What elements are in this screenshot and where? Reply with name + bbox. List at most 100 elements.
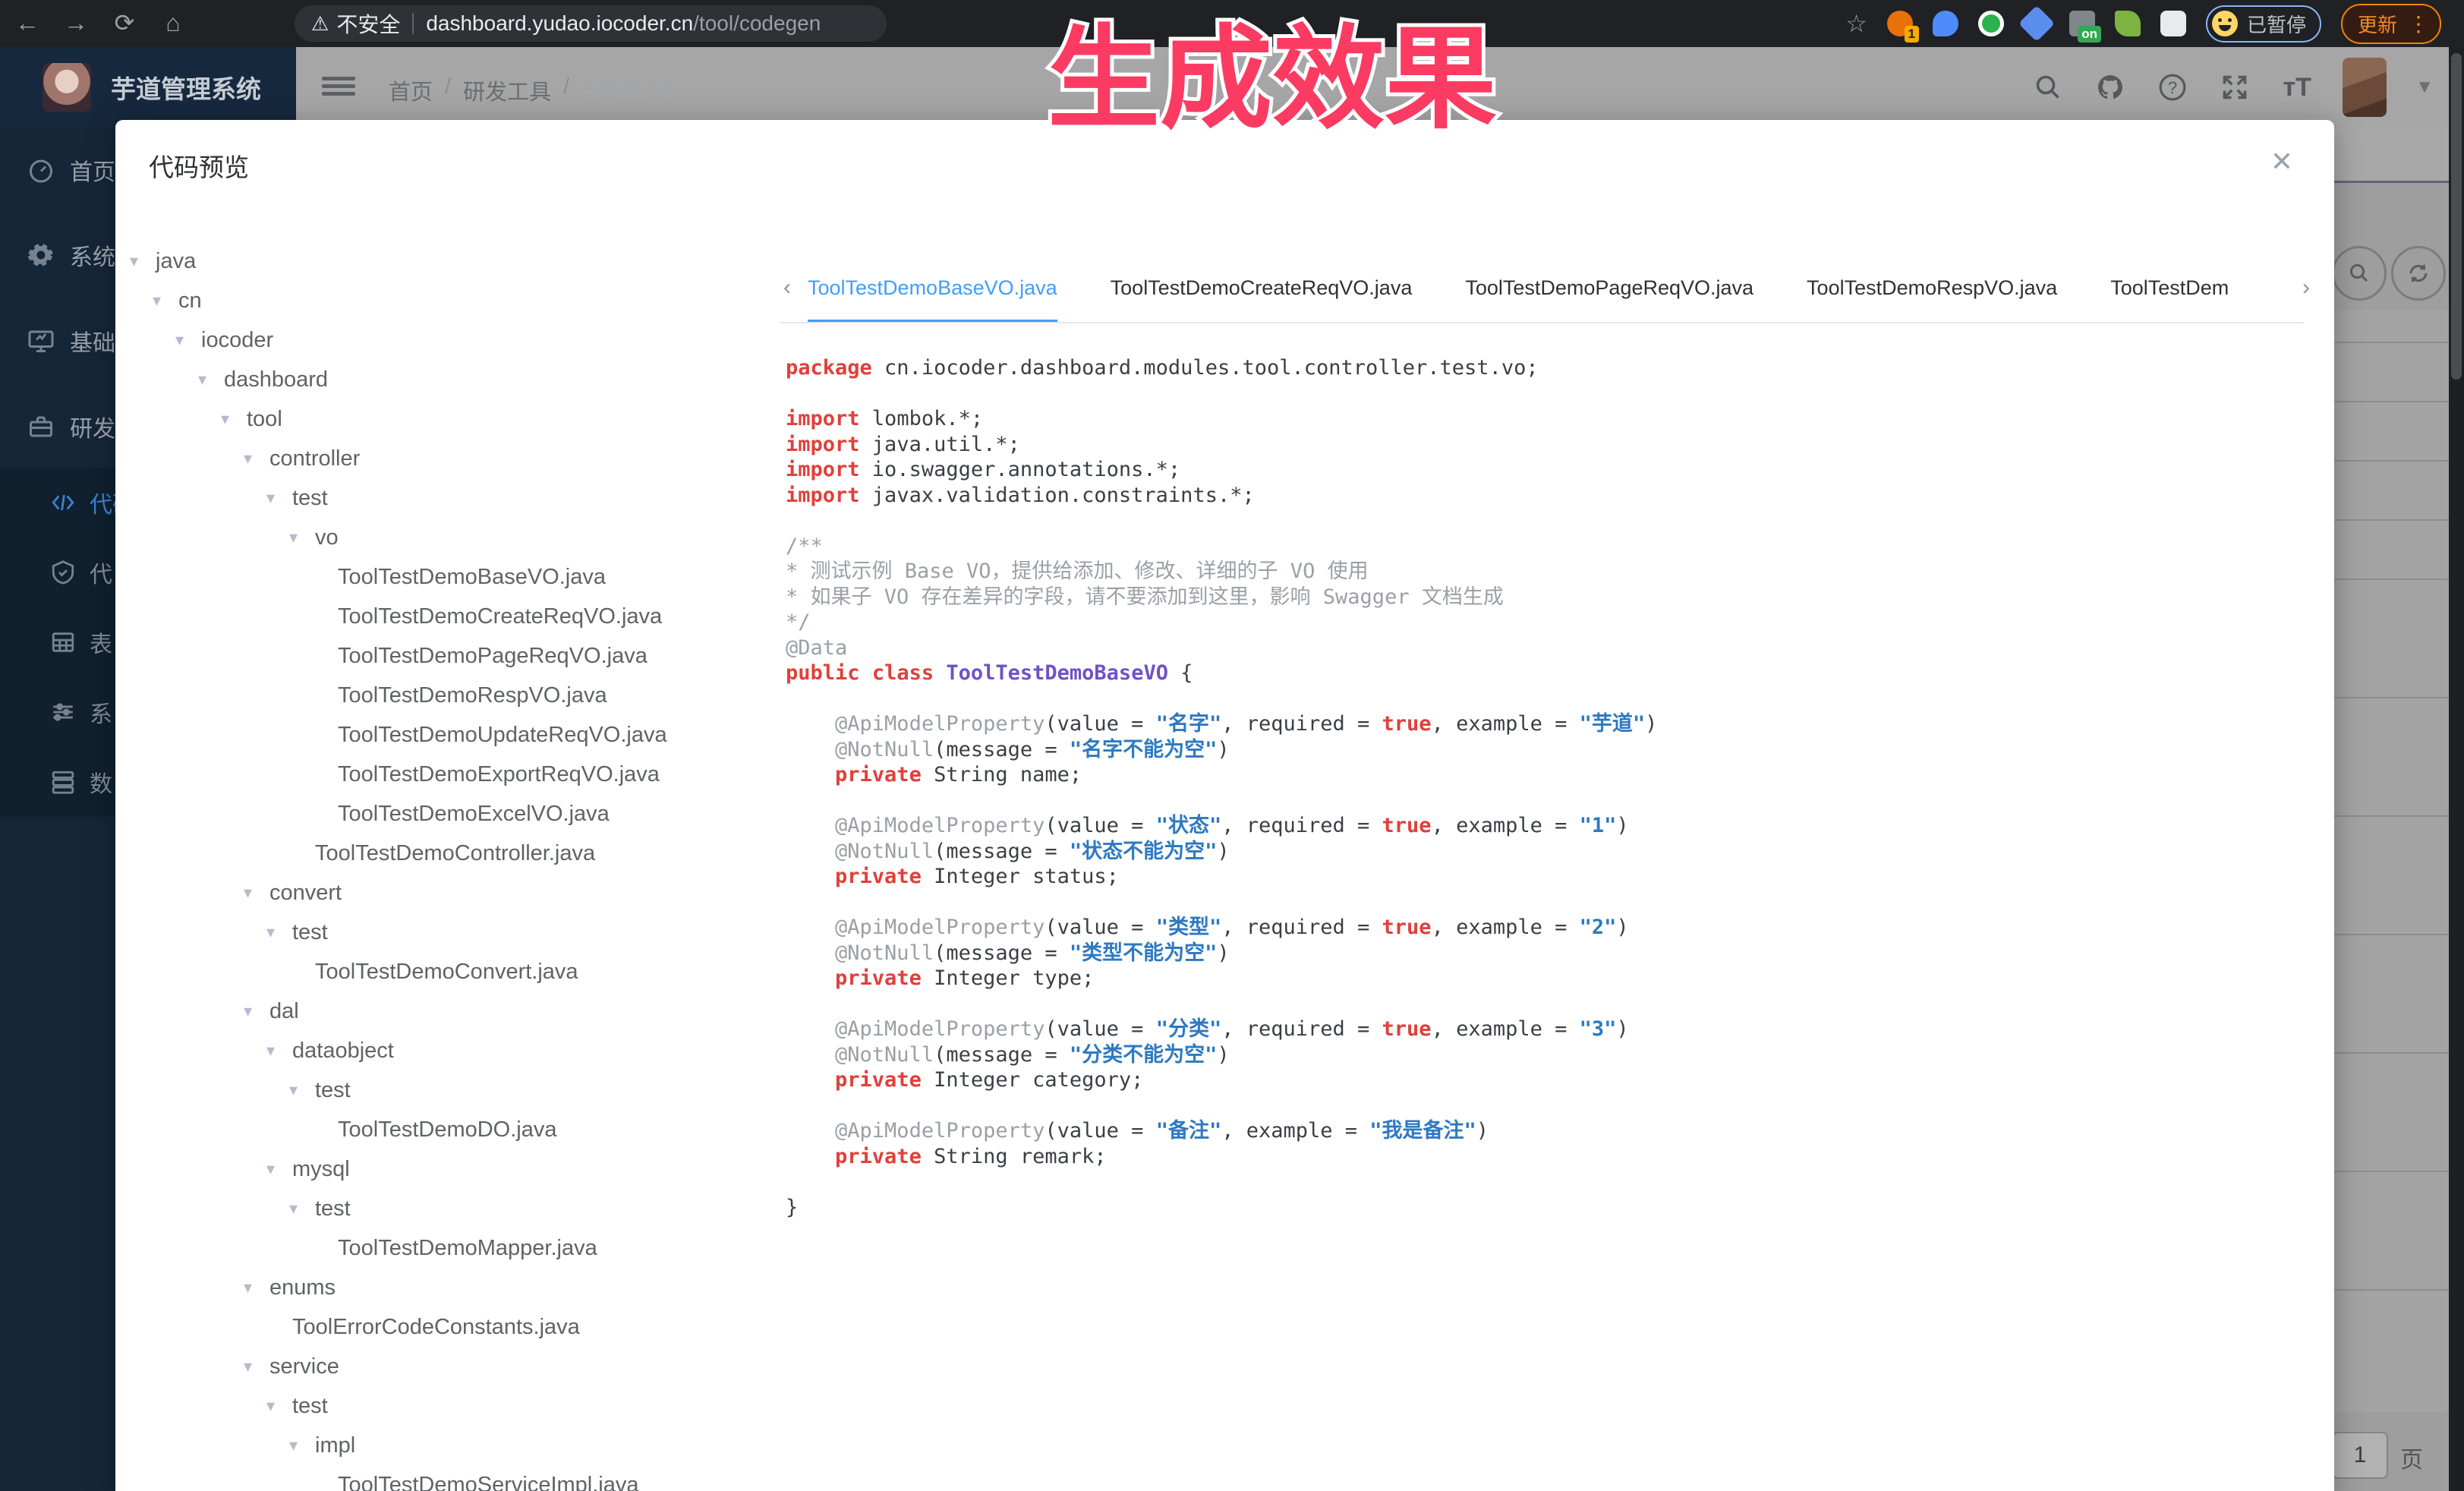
user-avatar[interactable] — [2343, 58, 2387, 117]
tree-expand-caret-icon[interactable]: ▾ — [266, 922, 292, 942]
tree-expand-caret-icon[interactable]: ▾ — [266, 1396, 292, 1416]
scrollbar-thumb[interactable] — [2451, 53, 2462, 380]
tree-folder-node[interactable]: ▾test — [115, 1189, 768, 1228]
code-viewer[interactable]: package cn.iocoder.dashboard.modules.too… — [786, 355, 2289, 1491]
sidebar-item-home[interactable]: 首页 — [0, 135, 115, 205]
extension-blue-diamond-icon[interactable] — [2018, 5, 2055, 42]
sidebar-item-sub3[interactable]: 表 — [0, 607, 115, 677]
tree-folder-node[interactable]: ▾enums — [115, 1268, 768, 1307]
help-icon[interactable]: ? — [2156, 71, 2189, 104]
tree-file-node[interactable]: ToolTestDemoUpdateReqVO.java — [115, 715, 768, 755]
tree-folder-node[interactable]: ▾cn — [115, 281, 768, 320]
tree-file-node[interactable]: ToolTestDemoCreateReqVO.java — [115, 597, 768, 636]
sidebar-item-sub4[interactable]: 系 — [0, 677, 115, 747]
tree-folder-node[interactable]: ▾dal — [115, 991, 768, 1031]
browser-back-icon[interactable]: ← — [11, 6, 44, 39]
tree-expand-caret-icon[interactable]: ▾ — [198, 370, 224, 389]
code-file-tab[interactable]: ToolTestDemoCreateReqVO.java — [1111, 276, 1413, 323]
code-file-tab[interactable]: ToolTestDemoUpdateReqVO.java — [2110, 276, 2229, 323]
tree-file-node[interactable]: ToolTestDemoController.java — [115, 834, 768, 873]
user-menu-caret-icon[interactable]: ▼ — [2415, 77, 2434, 98]
tree-expand-caret-icon[interactable]: ▾ — [244, 883, 269, 903]
code-file-tab[interactable]: ToolTestDemoRespVO.java — [1807, 276, 2057, 323]
tree-expand-caret-icon[interactable]: ▾ — [244, 1357, 269, 1376]
tree-folder-node[interactable]: ▾convert — [115, 873, 768, 913]
breadcrumb-home[interactable]: 首页 — [389, 74, 433, 106]
tree-folder-node[interactable]: ▾service — [115, 1347, 768, 1386]
tree-expand-caret-icon[interactable]: ▾ — [289, 528, 315, 547]
extension-orange-icon[interactable]: 1 — [1887, 11, 1913, 36]
tabs-scroll-right-icon[interactable]: › — [2302, 275, 2310, 301]
tree-folder-node[interactable]: ▾vo — [115, 518, 768, 557]
tree-folder-node[interactable]: ▾test — [115, 1386, 768, 1426]
tree-file-node[interactable]: ToolTestDemoConvert.java — [115, 952, 768, 991]
tree-folder-node[interactable]: ▾dashboard — [115, 360, 768, 399]
tree-file-node[interactable]: ToolTestDemoExportReqVO.java — [115, 755, 768, 794]
sidebar-item-system[interactable]: 系统管理 — [0, 220, 115, 290]
breadcrumb-devtools[interactable]: 研发工具 — [463, 74, 551, 106]
tree-folder-node[interactable]: ▾test — [115, 478, 768, 518]
tree-file-node[interactable]: ToolTestDemoMapper.java — [115, 1228, 768, 1268]
browser-reload-icon[interactable]: ⟳ — [108, 6, 141, 39]
extensions-puzzle-icon[interactable] — [2160, 11, 2186, 36]
extension-list-on-icon[interactable]: on — [2069, 11, 2095, 36]
tree-expand-caret-icon[interactable]: ▾ — [244, 449, 269, 468]
tree-expand-caret-icon[interactable]: ▾ — [266, 1159, 292, 1179]
sidebar-item-infra[interactable]: 基础设施 — [0, 306, 115, 376]
github-icon[interactable] — [2094, 71, 2127, 104]
extension-blue-drop-icon[interactable] — [1933, 11, 1958, 36]
tree-expand-caret-icon[interactable]: ▾ — [266, 488, 292, 508]
tree-expand-caret-icon[interactable]: ▾ — [130, 251, 156, 271]
sidebar-item-sub2[interactable]: 代 — [0, 537, 115, 607]
sidebar-fold-icon[interactable] — [322, 73, 355, 102]
tree-expand-caret-icon[interactable]: ▾ — [221, 409, 247, 429]
dialog-close-icon[interactable]: ✕ — [2270, 146, 2293, 178]
tree-folder-node[interactable]: ▾test — [115, 913, 768, 952]
tree-file-node[interactable]: ToolTestDemoRespVO.java — [115, 676, 768, 715]
tree-file-node[interactable]: ToolTestDemoBaseVO.java — [115, 557, 768, 597]
tree-expand-caret-icon[interactable]: ▾ — [289, 1436, 315, 1455]
table-refresh-button[interactable] — [2391, 246, 2446, 301]
table-search-button[interactable] — [2332, 246, 2387, 301]
tree-folder-node[interactable]: ▾test — [115, 1070, 768, 1110]
browser-forward-icon[interactable]: → — [59, 6, 93, 39]
tree-file-node[interactable]: ToolTestDemoPageReqVO.java — [115, 636, 768, 676]
tree-file-node[interactable]: ToolErrorCodeConstants.java — [115, 1307, 768, 1347]
code-file-tab[interactable]: ToolTestDemoBaseVO.java — [808, 276, 1057, 323]
tree-expand-caret-icon[interactable]: ▾ — [289, 1080, 315, 1100]
tree-expand-caret-icon[interactable]: ▾ — [153, 291, 178, 310]
bookmark-star-icon[interactable]: ☆ — [1845, 9, 1867, 38]
tree-expand-caret-icon[interactable]: ▾ — [289, 1199, 315, 1218]
code-file-tab[interactable]: ToolTestDemoPageReqVO.java — [1465, 276, 1753, 323]
browser-scrollbar[interactable] — [2449, 47, 2464, 1491]
tree-expand-caret-icon[interactable]: ▾ — [244, 1001, 269, 1021]
tree-expand-caret-icon[interactable]: ▾ — [266, 1041, 292, 1061]
tree-folder-node[interactable]: ▾controller — [115, 439, 768, 478]
sidebar-item-devtools[interactable]: 研发工具 — [0, 392, 115, 462]
sidebar-item-sub5[interactable]: 数 — [0, 747, 115, 817]
browser-update-button[interactable]: 更新 ⋮ — [2341, 4, 2441, 44]
tree-expand-caret-icon[interactable]: ▾ — [175, 330, 201, 350]
extension-green-circle-icon[interactable] — [1978, 11, 2004, 36]
tree-folder-node[interactable]: ▾tool — [115, 399, 768, 439]
tree-folder-node[interactable]: ▾impl — [115, 1426, 768, 1465]
tree-expand-caret-icon[interactable]: ▾ — [244, 1278, 269, 1297]
tree-folder-node[interactable]: ▾dataobject — [115, 1031, 768, 1070]
tree-file-node[interactable]: ToolTestDemoServiceImpl.java — [115, 1465, 768, 1491]
extension-sprout-icon[interactable] — [2115, 11, 2141, 36]
tree-folder-node[interactable]: ▾java — [115, 241, 768, 281]
tree-folder-node[interactable]: ▾iocoder — [115, 320, 768, 360]
tree-file-node[interactable]: ToolTestDemoDO.java — [115, 1110, 768, 1149]
address-bar[interactable]: ⚠ 不安全 dashboard.yudao.iocoder.cn/tool/co… — [295, 5, 887, 42]
sidebar-item-codegen[interactable]: 代码生成 — [0, 468, 115, 537]
app-logo-block[interactable]: 芋道管理系统 — [0, 47, 296, 128]
tree-file-node[interactable]: ToolTestDemoExcelVO.java — [115, 794, 768, 834]
browser-home-icon[interactable]: ⌂ — [156, 6, 190, 39]
header-search-icon[interactable] — [2031, 71, 2065, 104]
profile-paused-chip[interactable]: 已暂停 — [2206, 5, 2321, 43]
tree-folder-node[interactable]: ▾mysql — [115, 1149, 768, 1189]
fullscreen-icon[interactable] — [2218, 71, 2251, 104]
pagination-page-input[interactable]: 1 — [2332, 1432, 2388, 1479]
font-size-icon[interactable]: ᴛT — [2280, 71, 2314, 104]
tabs-scroll-left-icon[interactable]: ‹ — [783, 275, 791, 301]
